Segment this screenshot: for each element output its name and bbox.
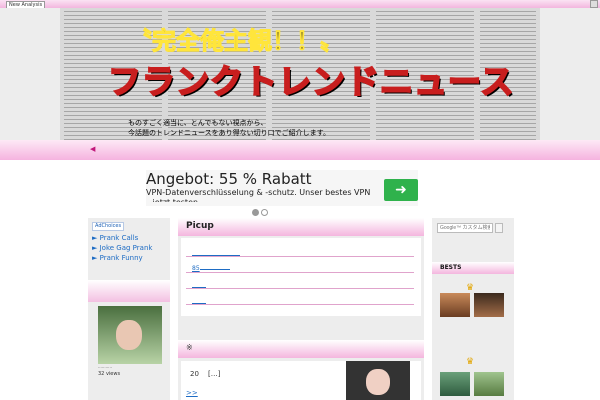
divider	[186, 304, 414, 305]
read-more-link[interactable]: >>	[186, 389, 198, 397]
arrow-right-icon[interactable]: ➜	[384, 179, 418, 201]
bests-title: BESTS	[440, 264, 462, 271]
ad-title[interactable]: Angebot: 55 % Rabatt	[146, 170, 312, 188]
search-button[interactable]	[495, 223, 503, 233]
ad-link-joke-gag-prank[interactable]: ► Joke Gag Prank	[92, 244, 152, 253]
ad-link-prank-funny[interactable]: ► Prank Funny	[92, 254, 143, 263]
nav-arrow-icon[interactable]: ◀	[90, 145, 95, 153]
view-count: 32 views	[98, 371, 121, 377]
picup-link-3[interactable]	[192, 281, 206, 290]
picup-link-1[interactable]	[192, 249, 240, 258]
picup-link-85[interactable]: 85	[192, 263, 230, 272]
dot-active[interactable]	[252, 209, 259, 216]
bookmark-icon[interactable]	[590, 0, 598, 8]
crown-icon: ♛	[466, 357, 475, 367]
best-thumbnail-2[interactable]	[440, 372, 470, 396]
ad-subtitle[interactable]: VPN-Datenverschlüsselung & -schutz. Unse…	[146, 188, 376, 202]
picup-link-4[interactable]	[192, 297, 206, 306]
site-tagline: ものすごく適当に、とんでもない視点から、 今話題のトレンドニュースをあり得ない切…	[128, 118, 330, 138]
site-subtitle: 〝完全俺主観！！〟	[128, 27, 345, 56]
divider	[186, 272, 414, 273]
article-icon: ※	[186, 343, 193, 352]
dot[interactable]	[261, 209, 268, 216]
top-bar: New Analysis	[0, 0, 600, 9]
article-number: 20	[190, 370, 199, 378]
best-thumbnail-2b[interactable]	[474, 372, 504, 396]
article-excerpt: […]	[208, 370, 221, 378]
picup-header	[178, 218, 424, 236]
left-section-header	[88, 280, 170, 302]
site-logo-title[interactable]: フランクトレンドニュース	[107, 55, 514, 103]
picup-title: Picup	[186, 221, 214, 231]
divider	[186, 288, 414, 289]
navigation-bar: ◀	[0, 140, 600, 160]
tagline-line-2: 今話題のトレンドニュースをあり得ない切り口でご紹介します。	[128, 129, 330, 137]
crown-icon: ♛	[466, 283, 475, 293]
best-thumbnail-1b[interactable]	[474, 293, 504, 317]
best-thumbnail-1[interactable]	[440, 293, 470, 317]
ad-link-prank-calls[interactable]: ► Prank Calls	[92, 234, 138, 243]
article-header: ※	[178, 340, 424, 358]
left-thumbnail[interactable]	[98, 306, 162, 364]
thumbnail-caption: ···········	[98, 365, 112, 370]
tagline-line-1: ものすごく適当に、とんでもない視点から、	[128, 119, 268, 127]
article-image[interactable]	[346, 361, 410, 400]
search-input[interactable]	[437, 223, 493, 233]
adchoices-badge[interactable]: AdChoices	[92, 222, 125, 231]
